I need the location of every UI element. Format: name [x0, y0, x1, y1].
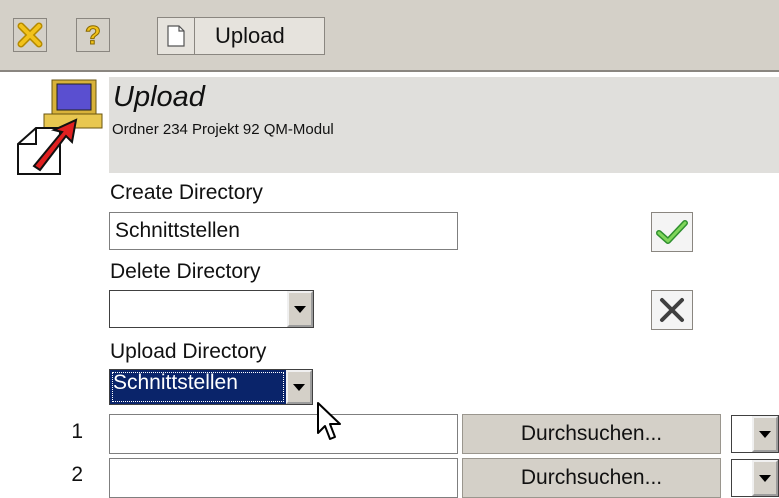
- browse-button-1[interactable]: Durchsuchen...: [462, 414, 721, 454]
- header-band: Upload Ordner 234 Projekt 92 QM-Modul: [109, 77, 779, 173]
- upload-1-option-select[interactable]: [731, 415, 779, 453]
- page-title: Upload: [113, 81, 205, 113]
- tab-upload-label: Upload: [215, 23, 285, 48]
- delete-directory-select[interactable]: [109, 290, 314, 328]
- upload-row-1-number: 1: [71, 420, 83, 443]
- close-x-icon: [17, 22, 43, 48]
- chevron-down-icon[interactable]: [752, 416, 778, 452]
- delete-directory-button[interactable]: [651, 290, 693, 330]
- chevron-down-icon[interactable]: [287, 291, 313, 327]
- mouse-pointer-icon: [317, 402, 341, 440]
- upload-directory-value: Schnittstellen: [110, 370, 286, 404]
- help-question-icon: ?: [85, 21, 102, 49]
- delete-x-icon: [660, 298, 684, 322]
- checkmark-icon: [656, 220, 688, 244]
- toolbar: ? Upload: [0, 0, 779, 72]
- create-directory-button[interactable]: [651, 212, 693, 252]
- browse-button-2[interactable]: Durchsuchen...: [462, 458, 721, 498]
- upload-row-2-number: 2: [71, 463, 83, 486]
- upload-directory-select[interactable]: Schnittstellen: [109, 369, 313, 405]
- chevron-down-icon[interactable]: [752, 460, 778, 496]
- delete-directory-value: [110, 291, 287, 327]
- delete-directory-label: Delete Directory: [110, 260, 261, 283]
- create-directory-input[interactable]: Schnittstellen: [109, 212, 458, 250]
- upload-directory-label: Upload Directory: [110, 340, 267, 363]
- close-button[interactable]: [13, 18, 47, 52]
- svg-text:?: ?: [85, 21, 101, 49]
- page-subtitle: Ordner 234 Projekt 92 QM-Modul: [112, 121, 334, 138]
- upload-file-1-input[interactable]: [109, 414, 458, 454]
- tab-upload[interactable]: Upload: [157, 17, 325, 55]
- create-directory-label: Create Directory: [110, 181, 263, 204]
- help-button[interactable]: ?: [76, 18, 110, 52]
- upload-2-option-select[interactable]: [731, 459, 779, 497]
- chevron-down-icon[interactable]: [286, 370, 312, 404]
- upload-computer-icon: [17, 79, 103, 175]
- document-icon: [158, 18, 195, 54]
- upload-file-2-input[interactable]: [109, 458, 458, 498]
